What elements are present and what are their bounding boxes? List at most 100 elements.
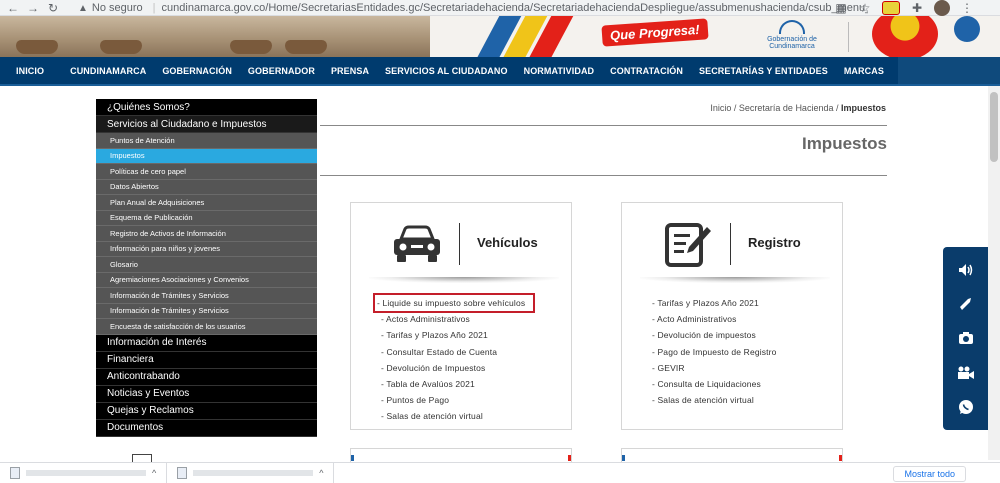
link-salas-atencion[interactable]: - Salas de atención virtual [381,408,533,424]
link-liquide-impuesto-vehiculos[interactable]: - Liquide su impuesto sobre vehículos [372,292,536,314]
title-rule-bottom [320,175,887,176]
registro-links: - Tarifas y Plazos Año 2021 - Acto Admin… [652,295,777,408]
card-shadow [369,277,559,283]
sidebar-item-noticias[interactable]: Noticias y Eventos [96,385,317,403]
main-navigation: INICIO CUNDINAMARCA GOBERNACIÓN GOBERNAD… [0,57,1000,84]
nav-gobernador[interactable]: GOBERNADOR [240,57,323,84]
nav-servicios[interactable]: SERVICIOS AL CIUDADANO [377,57,516,84]
extension-icon[interactable] [882,1,900,15]
link-devolucion-impuestos-registro[interactable]: - Devolución de impuestos [652,327,777,343]
browser-right-icons: ▦ ☆ ✚ ⋮ [834,0,1000,16]
logo-arc-icon [779,20,805,34]
nav-contratacion[interactable]: CONTRATACIÓN [602,57,691,84]
planter-image [285,40,327,54]
sidebar-item-financiera[interactable]: Financiera [96,351,317,369]
breadcrumb: Inicio / Secretaría de Hacienda / Impues… [520,103,886,113]
nav-marcas[interactable]: MARCAS [836,57,892,84]
sidebar-subitem-impuestos[interactable]: Impuestos [96,148,317,164]
sidebar-subitem-tramites-1[interactable]: Información de Trámites y Servicios [96,288,317,304]
link-devolucion-impuestos[interactable]: - Devolución de Impuestos [381,360,533,376]
security-label[interactable]: No seguro [92,2,143,14]
link-tarifas-plazos-registro[interactable]: - Tarifas y Plazos Año 2021 [652,295,777,311]
vehiculos-links: - Liquide su impuesto sobre vehículos - … [372,292,536,425]
header-circle-button[interactable] [954,16,980,42]
kebab-menu-icon[interactable]: ⋮ [960,1,974,15]
sidebar-subitem-cero-papel[interactable]: Políticas de cero papel [96,164,317,180]
download-item[interactable]: ^ [167,462,335,483]
forward-icon[interactable]: → [26,1,40,15]
nav-gobernacion[interactable]: GOBERNACIÓN [154,57,240,84]
link-salas-atencion-registro[interactable]: - Salas de atención virtual [652,392,777,408]
warning-icon[interactable]: ▲ [78,2,88,14]
whatsapp-icon[interactable] [956,397,976,417]
back-icon[interactable]: ← [6,1,20,15]
breadcrumb-separator: / [731,103,739,113]
speaker-icon[interactable] [956,260,976,280]
link-consultar-estado-cuenta[interactable]: - Consultar Estado de Cuenta [381,344,533,360]
card-divider [730,223,731,265]
nav-underline [0,84,1000,86]
reload-icon[interactable]: ↻ [46,1,60,15]
sidebar-item-documentos[interactable]: Documentos [96,419,317,437]
sidebar-item-informacion-interes[interactable]: Información de Interés [96,334,317,352]
sidebar-subitem-esquema-publicacion[interactable]: Esquema de Publicación [96,210,317,226]
document-edit-icon [656,219,720,271]
card-marker [351,455,354,461]
chevron-up-icon[interactable]: ^ [319,468,323,478]
sidebar-item-anticontrabando[interactable]: Anticontrabando [96,368,317,386]
link-tarifas-plazos[interactable]: - Tarifas y Plazos Año 2021 [381,327,533,343]
sidebar-subitem-plan-anual[interactable]: Plan Anual de Adquisiciones [96,195,317,211]
camera-icon[interactable] [956,328,976,348]
link-tabla-avaluos[interactable]: - Tabla de Avalúos 2021 [381,376,533,392]
sidebar-subitem-registro-activos[interactable]: Registro de Activos de Información [96,226,317,242]
address-bar[interactable]: ▲ No seguro | cundinamarca.gov.co/Home/S… [78,0,868,16]
gobernacion-logo[interactable]: Gobernación de Cundinamarca [760,20,824,54]
puzzle-icon[interactable]: ✚ [910,1,924,15]
link-actos-administrativos[interactable]: - Actos Administrativos [381,311,533,327]
sign-language-icon[interactable] [956,294,976,314]
sidebar-subitem-agremiaciones[interactable]: Agremiaciones Asociaciones y Convenios [96,272,317,288]
qr-code-icon[interactable]: ▦ [834,1,848,15]
sidebar-subitem-glosario[interactable]: Glosario [96,257,317,273]
sidebar-item-servicios[interactable]: Servicios al Ciudadano e Impuestos [96,116,317,133]
nav-inicio[interactable]: INICIO [0,57,62,84]
chevron-up-icon[interactable]: ^ [152,468,156,478]
file-icon [177,466,188,479]
breadcrumb-secretaria[interactable]: Secretaría de Hacienda [739,103,834,113]
sidebar-subitem-encuesta[interactable]: Encuesta de satisfacción de los usuarios [96,319,317,335]
download-item[interactable]: ^ [0,462,168,483]
scrollbar-thumb[interactable] [990,92,998,162]
video-icon[interactable] [956,363,976,383]
link-pago-impuesto-registro[interactable]: - Pago de Impuesto de Registro [652,344,777,360]
link-gevir[interactable]: - GEVIR [652,360,777,376]
show-all-downloads-button[interactable]: Mostrar todo [893,466,966,482]
nav-normatividad[interactable]: NORMATIVIDAD [516,57,603,84]
sidebar-subitem-ninos-jovenes[interactable]: Información para niños y jovenes [96,241,317,257]
site-header-banner: Que Progresa! Gobernación de Cundinamarc… [0,16,1000,57]
browser-toolbar: ← → ↻ ▲ No seguro | cundinamarca.gov.co/… [0,0,1000,16]
breadcrumb-current: Impuestos [840,103,886,113]
link-consulta-liquidaciones[interactable]: - Consulta de Liquidaciones [652,376,777,392]
breadcrumb-inicio[interactable]: Inicio [710,103,731,113]
file-icon [10,466,20,479]
profile-avatar[interactable] [934,0,950,16]
sidebar-item-quienes-somos[interactable]: ¿Quiénes Somos? [96,99,317,116]
coat-of-arms-logo [872,16,938,57]
nav-secretarias[interactable]: SECRETARÍAS Y ENTIDADES [691,57,836,84]
bookmark-star-icon[interactable]: ☆ [858,1,872,15]
nav-cundinamarca[interactable]: CUNDINAMARCA [62,57,154,84]
download-bar: ^ ^ Mostrar todo [0,462,1000,483]
nav-prensa[interactable]: PRENSA [323,57,377,84]
link-puntos-pago[interactable]: - Puntos de Pago [381,392,533,408]
sidebar-item-quejas[interactable]: Quejas y Reclamos [96,402,317,420]
sidebar-subitem-datos-abiertos[interactable]: Datos Abiertos [96,179,317,195]
sidebar-subitem-puntos-atencion[interactable]: Puntos de Atención [96,133,317,149]
sidebar-subitem-tramites-2[interactable]: Información de Trámites y Servicios [96,303,317,319]
page-scrollbar[interactable] [988,86,1000,460]
download-filename [193,469,314,476]
card-registro: Registro - Tarifas y Plazos Año 2021 - A… [621,202,843,430]
url-text[interactable]: cundinamarca.gov.co/Home/SecretariasEnti… [162,2,868,14]
download-filename [26,469,146,476]
link-acto-administrativos[interactable]: - Acto Administrativos [652,311,777,327]
card-shadow [640,277,830,283]
